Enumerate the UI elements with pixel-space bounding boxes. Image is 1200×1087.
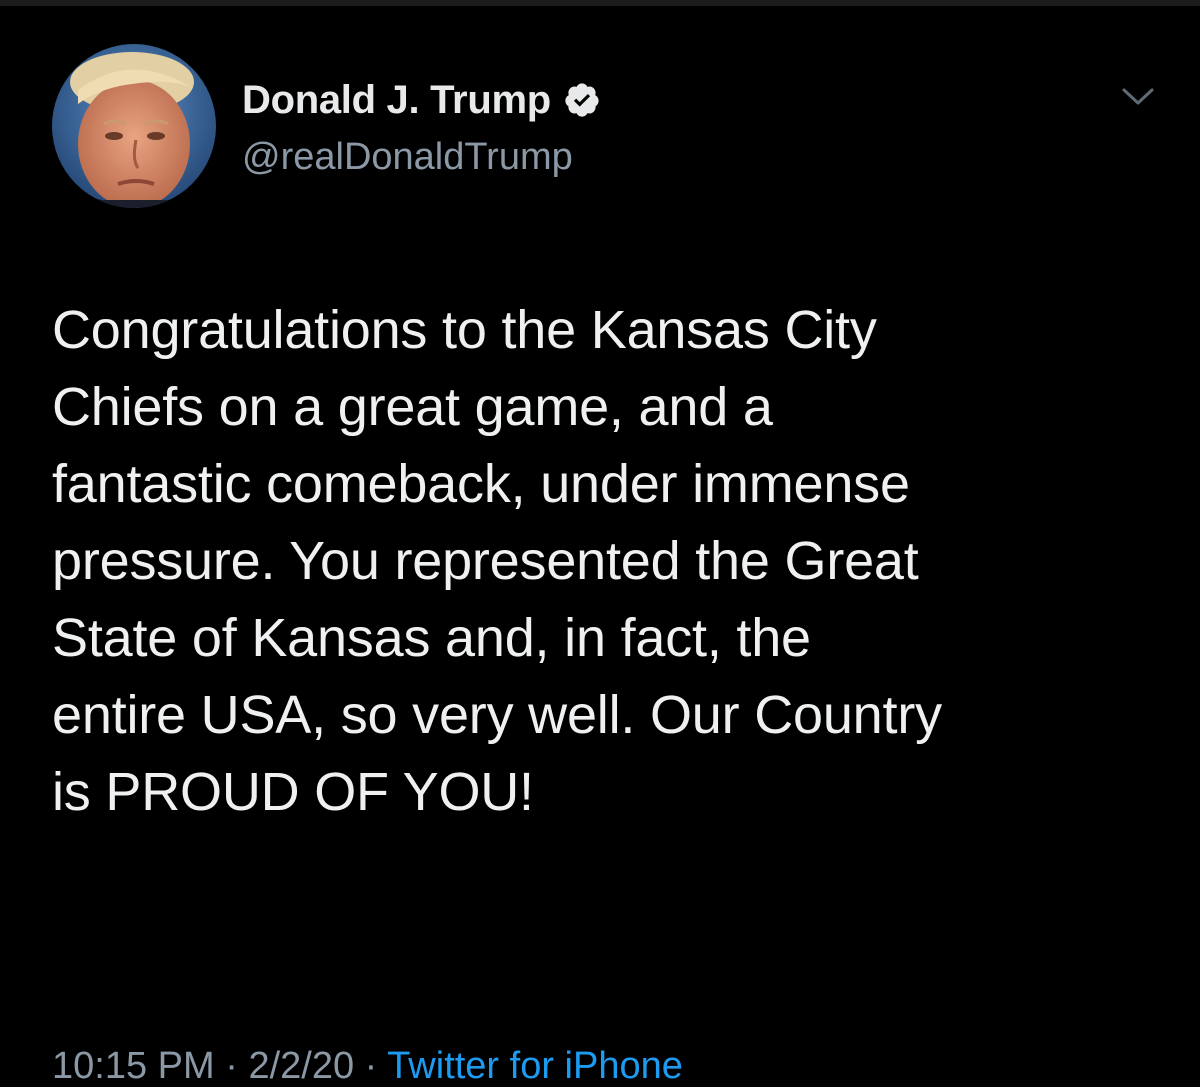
tweet-text: Congratulations to the Kansas City Chief… [52, 292, 1172, 831]
tweet-text-line: State of Kansas and, in fact, the [52, 608, 811, 668]
tweet-date[interactable]: 2/2/20 [248, 1045, 354, 1087]
tweet: Donald J. Trump @realDonaldTrump Congrat… [0, 0, 1200, 1087]
author-display-name[interactable]: Donald J. Trump [242, 78, 551, 123]
tweet-text-line: is PROUD OF YOU! [52, 762, 534, 822]
avatar[interactable] [52, 44, 216, 208]
author-handle[interactable]: @realDonaldTrump [242, 136, 573, 179]
tweet-text-line: Congratulations to the Kansas City [52, 300, 877, 360]
meta-separator: · [214, 1045, 249, 1087]
author-name-row[interactable]: Donald J. Trump [242, 76, 601, 124]
verified-badge-icon [563, 81, 601, 119]
tweet-text-line: Chiefs on a great game, and a [52, 377, 773, 437]
avatar-photo [52, 44, 216, 208]
chevron-down-icon[interactable] [1118, 82, 1158, 110]
tweet-source-link[interactable]: Twitter for iPhone [387, 1045, 683, 1087]
tweet-time[interactable]: 10:15 PM [52, 1045, 215, 1087]
tweet-text-line: fantastic comeback, under immense [52, 454, 910, 514]
meta-separator: · [354, 1045, 388, 1087]
tweet-text-line: pressure. You represented the Great [52, 531, 919, 591]
tweet-text-line: entire USA, so very well. Our Country [52, 685, 942, 745]
tweet-meta: 10:15 PM · 2/2/20 · Twitter for iPhone [52, 1036, 683, 1087]
